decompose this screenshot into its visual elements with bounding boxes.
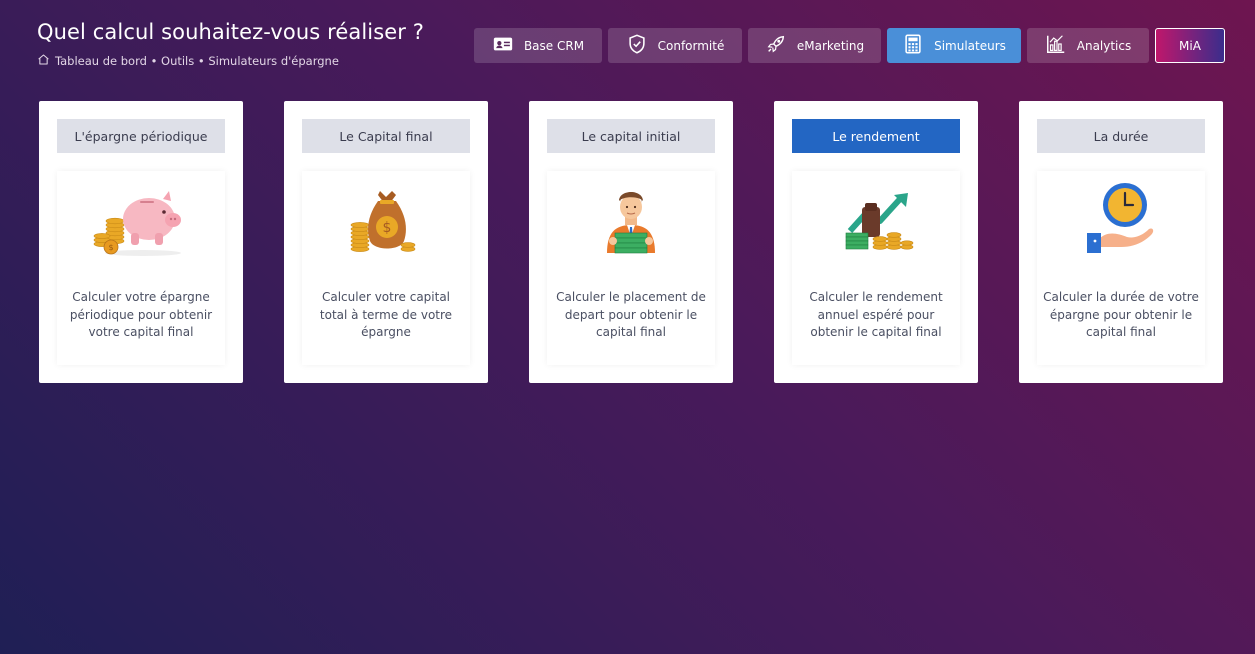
- card-description: Calculer le placement de depart pour obt…: [556, 290, 706, 339]
- calculator-icon: [902, 33, 924, 58]
- clock-hand-icon: [1073, 181, 1169, 261]
- duree-button[interactable]: La durée: [1037, 119, 1205, 153]
- growth-chart-icon: [828, 181, 924, 261]
- card-rendement: Le rendement Calculer le rendement annue…: [774, 101, 978, 383]
- nav-label: MiA: [1179, 38, 1201, 53]
- card-content: Calculer le rendement annuel espéré pour…: [792, 171, 960, 365]
- nav-label: Simulateurs: [934, 38, 1006, 53]
- page-title: Quel calcul souhaitez-vous réaliser ?: [37, 20, 425, 44]
- card-description: Calculer la durée de votre épargne pour …: [1043, 290, 1199, 339]
- piggy-bank-icon: $: [93, 181, 189, 261]
- man-with-money-icon: [583, 181, 679, 261]
- svg-text:$: $: [383, 220, 392, 236]
- card-content: Calculer le placement de depart pour obt…: [547, 171, 715, 365]
- epargne-periodique-button[interactable]: L'épargne périodique: [57, 119, 225, 153]
- nav-analytics-button[interactable]: Analytics: [1027, 28, 1149, 63]
- svg-text:$: $: [108, 243, 113, 252]
- nav-label: Analytics: [1076, 38, 1132, 53]
- card-content: $ Calculer votre capital total à terme d…: [302, 171, 470, 365]
- card-capital-initial: Le capital initial Calculer le placement…: [529, 101, 733, 383]
- card-duree: La durée Calculer la durée de votre épar…: [1019, 101, 1223, 383]
- chart-icon: [1045, 33, 1067, 58]
- nav-base-crm-button[interactable]: Base CRM: [474, 28, 602, 63]
- home-icon[interactable]: [37, 53, 50, 69]
- card-description: Calculer votre épargne périodique pour o…: [69, 290, 213, 339]
- id-card-icon: [492, 33, 514, 58]
- card-content: Calculer la durée de votre épargne pour …: [1037, 171, 1205, 365]
- rocket-icon: [765, 33, 787, 58]
- nav-label: Conformité: [657, 38, 725, 53]
- rendement-button[interactable]: Le rendement: [792, 119, 960, 153]
- nav-simulateurs-button[interactable]: Simulateurs: [887, 28, 1021, 63]
- capital-final-button[interactable]: Le Capital final: [302, 119, 470, 153]
- nav-conformite-button[interactable]: Conformité: [608, 28, 742, 63]
- breadcrumb: Tableau de bord • Outils • Simulateurs d…: [37, 53, 339, 69]
- nav-label: Base CRM: [523, 38, 585, 53]
- nav-label: eMarketing: [796, 38, 865, 53]
- nav-mia-button[interactable]: MiA: [1155, 28, 1225, 63]
- nav-emarketing-button[interactable]: eMarketing: [748, 28, 881, 63]
- card-description: Calculer votre capital total à terme de …: [319, 290, 453, 339]
- capital-initial-button[interactable]: Le capital initial: [547, 119, 715, 153]
- shield-check-icon: [626, 33, 648, 58]
- card-content: $ Calculer votre épargne périodique pour…: [57, 171, 225, 365]
- card-epargne-periodique: L'épargne périodique $ Calculer votre ép…: [39, 101, 243, 383]
- breadcrumb-text: Tableau de bord • Outils • Simulateurs d…: [55, 54, 339, 68]
- money-bag-icon: $: [338, 181, 434, 261]
- card-capital-final: Le Capital final $ Calculer votre capita…: [284, 101, 488, 383]
- card-description: Calculer le rendement annuel espéré pour…: [809, 290, 943, 339]
